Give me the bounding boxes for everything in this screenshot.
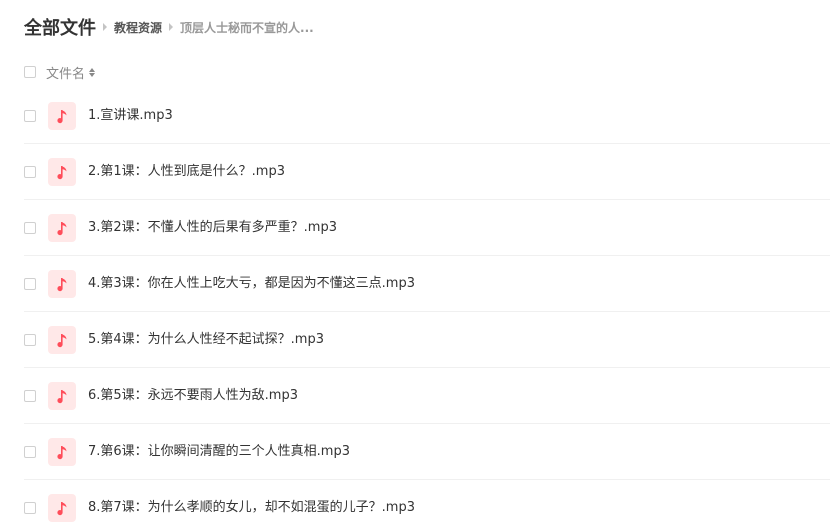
audio-file-icon [48,494,76,522]
breadcrumb-separator-icon [169,23,174,31]
music-note-icon [57,334,67,348]
music-note-icon [57,446,67,460]
audio-file-icon [48,438,76,466]
list-item[interactable]: 4.第3课：你在人性上吃大亏，都是因为不懂这三点.mp3 [24,256,830,312]
row-checkbox[interactable] [24,446,36,458]
list-item[interactable]: 3.第2课：不懂人性的后果有多严重？.mp3 [24,200,830,256]
page-title[interactable]: 全部文件 [24,14,96,40]
row-checkbox[interactable] [24,502,36,514]
file-list-header: 文件名 [24,62,96,82]
sort-icon[interactable] [89,67,96,77]
breadcrumb: 全部文件 教程资源 顶层人士秘而不宣的人... [24,14,314,40]
list-item[interactable]: 8.第7课：为什么孝顺的女儿，却不如混蛋的儿子？.mp3 [24,480,830,532]
audio-file-icon [48,270,76,298]
list-item[interactable]: 7.第6课：让你瞬间清醒的三个人性真相.mp3 [24,424,830,480]
file-name[interactable]: 6.第5课：永远不要雨人性为敌.mp3 [88,386,298,406]
breadcrumb-item-current-folder: 顶层人士秘而不宣的人... [180,20,314,35]
list-item[interactable]: 5.第4课：为什么人性经不起试探？.mp3 [24,312,830,368]
file-list: 1.宣讲课.mp3 2.第1课：人性到底是什么？.mp3 3.第2课：不懂人性的后果… [24,88,830,532]
row-checkbox[interactable] [24,166,36,178]
file-name[interactable]: 5.第4课：为什么人性经不起试探？.mp3 [88,330,324,350]
music-note-icon [57,222,67,236]
audio-file-icon [48,326,76,354]
breadcrumb-separator-icon [103,23,107,31]
list-item[interactable]: 2.第1课：人性到底是什么？.mp3 [24,144,830,200]
music-note-icon [57,110,67,124]
select-all-checkbox[interactable] [24,66,36,78]
row-checkbox[interactable] [24,390,36,402]
list-item[interactable]: 6.第5课：永远不要雨人性为敌.mp3 [24,368,830,424]
audio-file-icon [48,382,76,410]
music-note-icon [57,502,67,516]
music-note-icon [57,166,67,180]
row-checkbox[interactable] [24,110,36,122]
file-name[interactable]: 3.第2课：不懂人性的后果有多严重？.mp3 [88,218,337,238]
audio-file-icon [48,102,76,130]
list-item[interactable]: 1.宣讲课.mp3 [24,88,830,144]
row-checkbox[interactable] [24,334,36,346]
file-name[interactable]: 2.第1课：人性到底是什么？.mp3 [88,162,285,182]
file-name[interactable]: 4.第3课：你在人性上吃大亏，都是因为不懂这三点.mp3 [88,274,415,294]
audio-file-icon [48,214,76,242]
file-name[interactable]: 1.宣讲课.mp3 [88,106,173,126]
row-checkbox[interactable] [24,222,36,234]
file-name[interactable]: 8.第7课：为什么孝顺的女儿，却不如混蛋的儿子？.mp3 [88,498,415,518]
audio-file-icon [48,158,76,186]
row-checkbox[interactable] [24,278,36,290]
music-note-icon [57,390,67,404]
column-filename-label[interactable]: 文件名 [46,63,85,82]
file-name[interactable]: 7.第6课：让你瞬间清醒的三个人性真相.mp3 [88,442,350,462]
music-note-icon [57,278,67,292]
breadcrumb-item-tutorial-resources[interactable]: 教程资源 [114,19,162,36]
